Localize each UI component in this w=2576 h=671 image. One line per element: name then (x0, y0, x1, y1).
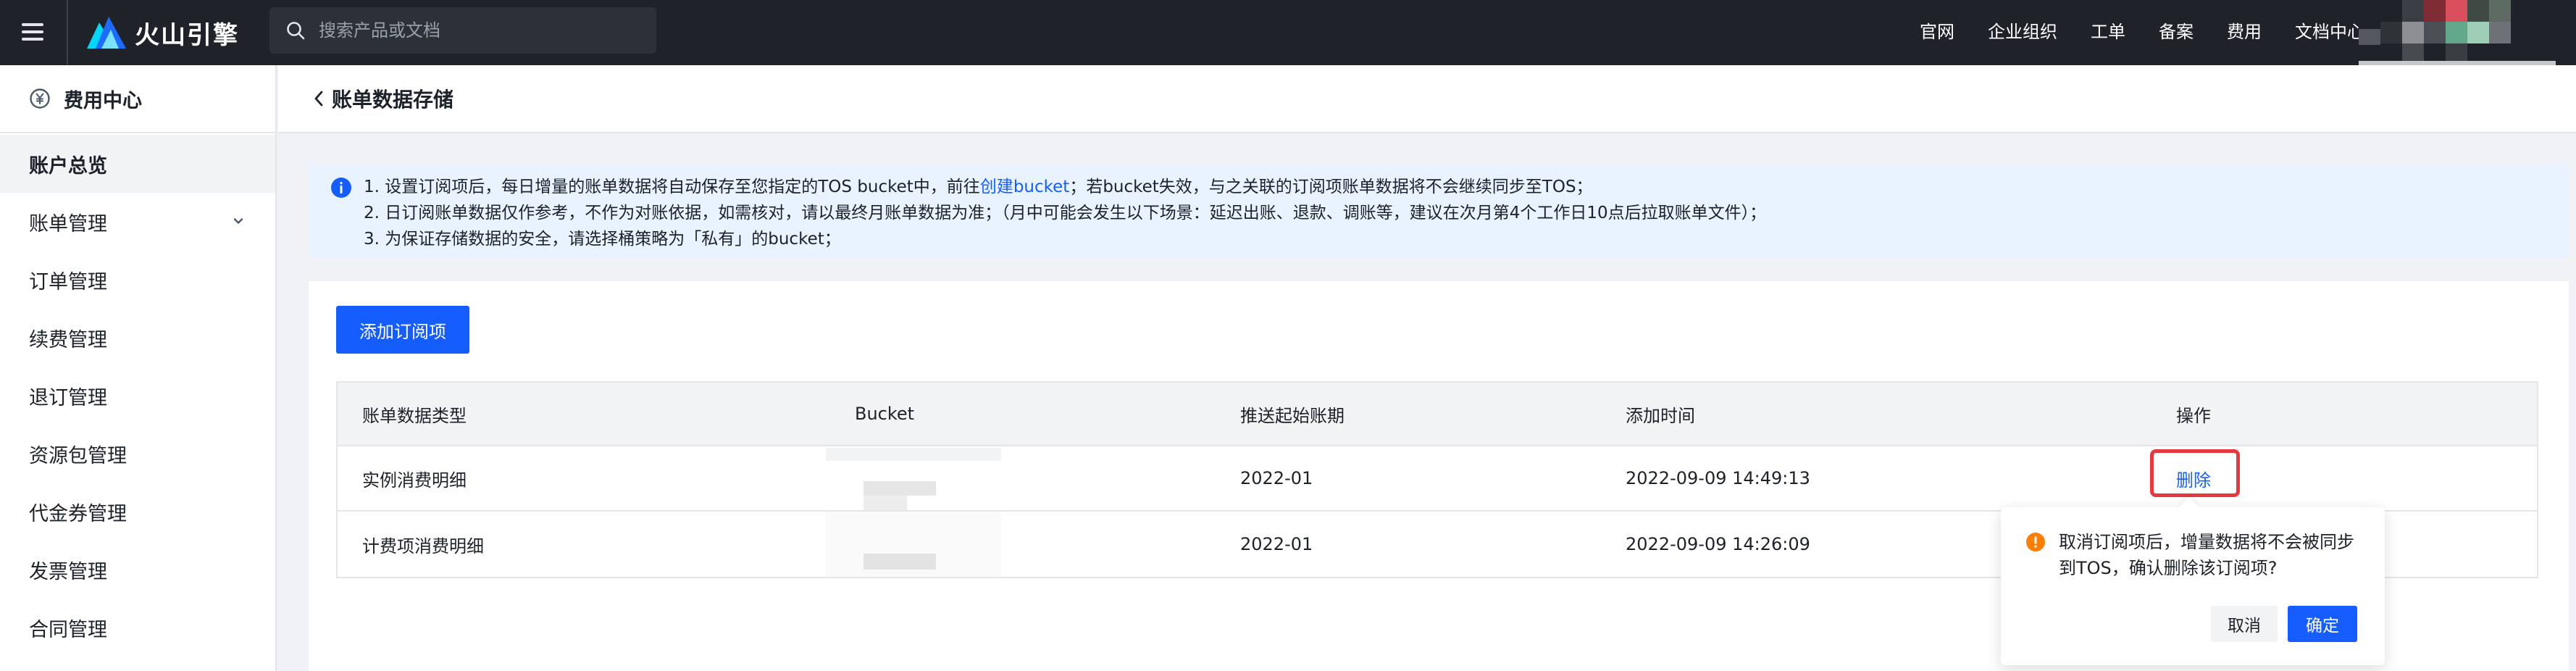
sidebar: 费用中心 账户总览 账单管理 订单管理 续费管理 退订管理 资源包管理 代金券管… (0, 65, 277, 671)
warning-icon (2026, 533, 2045, 551)
sidebar-item-voucher-management[interactable]: 代金券管理 (0, 483, 275, 541)
create-bucket-link[interactable]: 创建bucket (980, 178, 1070, 196)
chevron-down-icon (233, 218, 243, 224)
top-nav: 官网 企业组织 工单 备案 费用 文档中心 (1920, 0, 2364, 59)
bucket-cell-redacted (826, 448, 1001, 510)
notice-line-1: 1. 设置订阅项后，每日增量的账单数据将自动保存至您指定的TOS bucket中… (364, 172, 1593, 197)
notice-line-2: 2. 日订阅账单数据仅作参考，不作为对账依据，如需核对，请以最终月账单数据为准；… (364, 204, 1767, 222)
start-period-cell: 2022-01 (1240, 468, 1313, 488)
added-time-cell: 2022-09-09 14:49:13 (1626, 468, 1810, 488)
sidebar-item-renewal-management[interactable]: 续费管理 (0, 309, 275, 367)
sidebar-item-label: 合同管理 (29, 618, 107, 641)
back-chevron-icon[interactable] (311, 89, 326, 108)
sidebar-item-label: 代金券管理 (29, 502, 127, 525)
sidebar-item-label: 资源包管理 (29, 444, 127, 467)
top-bar: 火山引擎 官网 企业组织 工单 备案 费用 文档中心 (0, 0, 2576, 74)
sidebar-item-label: 续费管理 (29, 328, 107, 351)
info-notice: 1. 设置订阅项后，每日增量的账单数据将自动保存至您指定的TOS bucket中… (309, 164, 2569, 258)
table-header: 账单数据类型 Bucket 推送起始账期 添加时间 操作 (338, 383, 2537, 446)
sidebar-item-resource-pack-management[interactable]: 资源包管理 (0, 425, 275, 483)
logo-text: 火山引擎 (135, 20, 239, 50)
nav-organization[interactable]: 企业组织 (1988, 17, 2057, 43)
search-box[interactable] (269, 7, 656, 54)
added-time-cell: 2022-09-09 14:26:09 (1626, 534, 1810, 554)
page-title: 账单数据存储 (332, 88, 454, 112)
info-icon (331, 178, 351, 198)
bill-type-cell: 实例消费明细 (362, 470, 467, 491)
column-header-start-period: 推送起始账期 (1240, 405, 1345, 426)
notice-line-1-post: ；若bucket失效，与之关联的订阅项账单数据将不会继续同步至TOS； (1069, 178, 1593, 196)
menu-icon[interactable] (19, 17, 48, 46)
column-header-actions: 操作 (2176, 405, 2211, 426)
add-subscription-button[interactable]: 添加订阅项 (336, 306, 469, 354)
notice-line-3: 3. 为保证存储数据的安全，请选择桶策略为「私有」的bucket； (364, 230, 841, 249)
nav-docs[interactable]: 文档中心 (2295, 17, 2364, 43)
sidebar-item-label: 发票管理 (29, 560, 107, 583)
sidebar-title: 费用中心 (64, 89, 142, 112)
sidebar-item-label: 账户总览 (29, 154, 107, 178)
nav-official-site[interactable]: 官网 (1920, 17, 1954, 43)
avatar[interactable] (2359, 0, 2556, 74)
topbar-divider (67, 0, 68, 65)
nav-tickets[interactable]: 工单 (2091, 17, 2125, 43)
sidebar-item-contract-management[interactable]: 合同管理 (0, 599, 275, 657)
logo[interactable]: 火山引擎 (87, 14, 239, 51)
bill-type-cell: 计费项消费明细 (362, 535, 484, 557)
nav-filing[interactable]: 备案 (2159, 17, 2194, 43)
sidebar-item-bill-management[interactable]: 账单管理 (0, 193, 275, 251)
column-header-bill-type: 账单数据类型 (362, 405, 467, 426)
notice-line-1-pre: 1. 设置订阅项后，每日增量的账单数据将自动保存至您指定的TOS bucket中… (364, 178, 980, 196)
search-icon (287, 22, 305, 40)
yen-coin-icon (30, 88, 50, 109)
sidebar-item-order-management[interactable]: 订单管理 (0, 251, 275, 309)
sidebar-item-invoice-management[interactable]: 发票管理 (0, 541, 275, 599)
sidebar-item-label: 退订管理 (29, 386, 107, 409)
page-header: 账单数据存储 (278, 65, 2576, 133)
nav-billing[interactable]: 费用 (2227, 17, 2262, 43)
start-period-cell: 2022-01 (1240, 534, 1313, 554)
column-header-bucket: Bucket (855, 404, 915, 424)
delete-popconfirm: 取消订阅项后，增量数据将不会被同步到TOS，确认删除该订阅项? 取消 确定 (2001, 496, 2385, 665)
sidebar-header: 费用中心 (0, 65, 275, 133)
popconfirm-message: 取消订阅项后，增量数据将不会被同步到TOS，确认删除该订阅项? (2059, 532, 2354, 578)
bucket-cell-redacted (826, 512, 1001, 577)
sidebar-item-unsubscribe-management[interactable]: 退订管理 (0, 367, 275, 425)
sidebar-item-label: 账单管理 (29, 212, 107, 236)
volcano-logo-icon (87, 17, 126, 49)
confirm-button[interactable]: 确定 (2288, 606, 2357, 642)
highlight-annotation-box (2150, 449, 2240, 497)
sidebar-item-label: 订单管理 (29, 270, 107, 293)
search-input[interactable] (319, 20, 637, 41)
column-header-added-time: 添加时间 (1626, 405, 1695, 426)
cancel-button[interactable]: 取消 (2211, 606, 2278, 642)
sidebar-item-account-overview[interactable]: 账户总览 (0, 135, 275, 193)
